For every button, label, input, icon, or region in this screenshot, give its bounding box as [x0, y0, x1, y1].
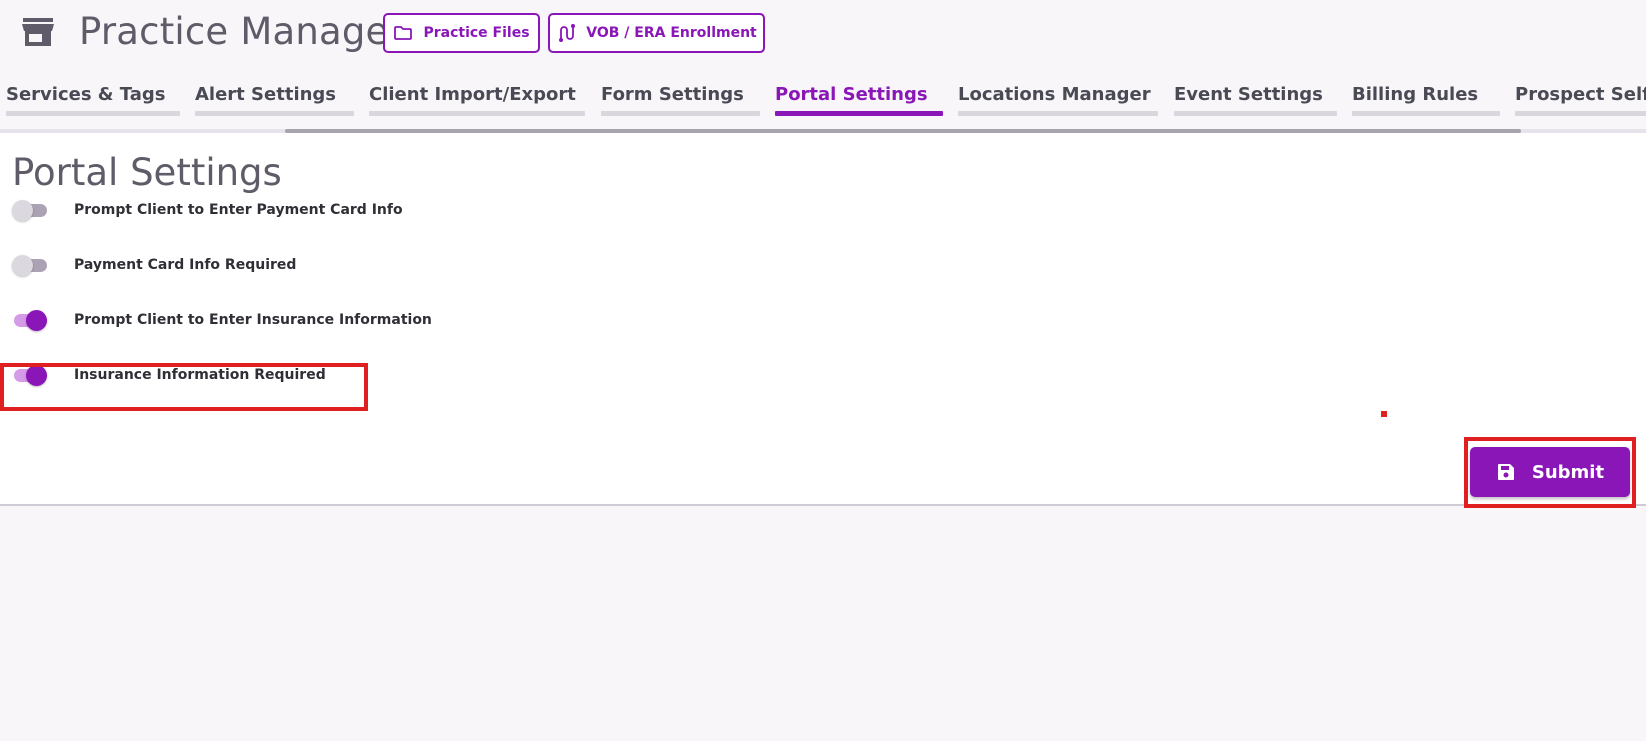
tab-label: Portal Settings: [775, 84, 928, 105]
setting-prompt-insurance: Prompt Client to Enter Insurance Informa…: [12, 305, 432, 335]
tab-label: Client Import/Export: [369, 84, 576, 105]
page-title: Portal Settings: [12, 151, 282, 194]
tab-label: Billing Rules: [1352, 84, 1479, 105]
prompt-insurance-toggle[interactable]: [12, 308, 48, 332]
setting-insurance-required: Insurance Information Required: [12, 360, 326, 390]
toggle-knob: [26, 365, 47, 386]
tab-underline: [6, 111, 180, 116]
route-icon: [559, 24, 576, 42]
tab-label: Event Settings: [1174, 84, 1323, 105]
marker-dot: [1381, 411, 1387, 417]
settings-tabs: Services & Tags Alert Settings Client Im…: [0, 84, 1646, 134]
tab-underline: [1515, 111, 1646, 116]
tab-label: Alert Settings: [195, 84, 337, 105]
vob-era-enrollment-label: VOB / ERA Enrollment: [586, 25, 757, 41]
setting-label: Prompt Client to Enter Payment Card Info: [74, 202, 403, 218]
tab-services-tags[interactable]: Services & Tags: [6, 84, 180, 116]
insurance-required-toggle[interactable]: [12, 363, 48, 387]
tab-portal-settings[interactable]: Portal Settings: [775, 84, 943, 116]
tab-label: Form Settings: [601, 84, 744, 105]
tab-billing-rules[interactable]: Billing Rules: [1352, 84, 1500, 116]
practice-files-button[interactable]: Practice Files: [383, 13, 540, 53]
tab-alert-settings[interactable]: Alert Settings: [195, 84, 354, 116]
practice-files-label: Practice Files: [423, 25, 530, 41]
tab-underline: [1174, 111, 1337, 116]
tab-event-settings[interactable]: Event Settings: [1174, 84, 1337, 116]
tab-underline: [1352, 111, 1500, 116]
tab-prospect-self-scheduling[interactable]: Prospect Self S: [1515, 84, 1646, 116]
store-icon: [22, 18, 54, 46]
app-title: Practice Manager: [79, 10, 404, 53]
toggle-knob: [12, 255, 33, 276]
submit-button[interactable]: Submit: [1470, 447, 1630, 497]
tab-client-import-export[interactable]: Client Import/Export: [369, 84, 585, 116]
tab-label: Locations Manager: [958, 84, 1151, 105]
app-header: Practice Manager Practice Files VOB / ER…: [0, 0, 1646, 66]
toggle-knob: [26, 310, 47, 331]
setting-label: Insurance Information Required: [74, 367, 326, 383]
vob-era-enrollment-button[interactable]: VOB / ERA Enrollment: [548, 13, 765, 53]
portal-settings-card: Portal Settings Prompt Client to Enter P…: [0, 133, 1646, 508]
tab-label: Services & Tags: [6, 84, 166, 105]
tab-label: Prospect Self S: [1515, 84, 1646, 105]
tab-underline: [195, 111, 354, 116]
setting-label: Payment Card Info Required: [74, 257, 297, 273]
tab-underline: [369, 111, 585, 116]
prompt-payment-card-toggle[interactable]: [12, 198, 48, 222]
payment-card-required-toggle[interactable]: [12, 253, 48, 277]
setting-label: Prompt Client to Enter Insurance Informa…: [74, 312, 432, 328]
save-icon: [1497, 464, 1514, 480]
tab-underline: [601, 111, 760, 116]
tab-locations-manager[interactable]: Locations Manager: [958, 84, 1158, 116]
tab-underline: [958, 111, 1158, 116]
setting-payment-card-required: Payment Card Info Required: [12, 250, 296, 280]
tab-form-settings[interactable]: Form Settings: [601, 84, 760, 116]
setting-prompt-payment-card: Prompt Client to Enter Payment Card Info: [12, 195, 403, 225]
toggle-knob: [12, 200, 33, 221]
submit-label: Submit: [1531, 461, 1605, 483]
tab-underline: [775, 111, 943, 116]
folder-icon: [394, 26, 413, 40]
